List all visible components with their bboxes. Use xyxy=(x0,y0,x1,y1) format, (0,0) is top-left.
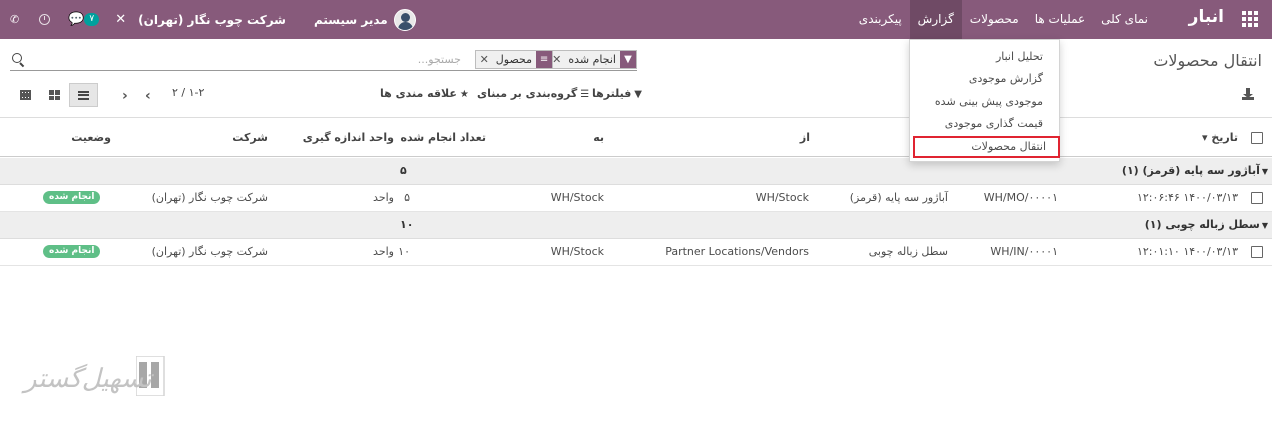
cell-from: Partner Locations/Vendors xyxy=(665,245,809,258)
status-badge: انجام شده xyxy=(43,191,101,204)
list-view-button[interactable] xyxy=(69,83,98,107)
search-bar[interactable]: ▼ انجام شده ✕ ≡ محصول ✕ جستجو... xyxy=(10,49,637,71)
watermark-logo: تسهیل‌گستر xyxy=(24,354,169,402)
cell-from: WH/Stock xyxy=(755,191,809,204)
pager-next-icon[interactable]: ‹ xyxy=(145,88,151,104)
kanban-view-button[interactable] xyxy=(40,83,69,107)
main-menu: نمای کلی عملیات ها محصولات گزارش پیکربند… xyxy=(851,0,1156,39)
company-switcher[interactable]: شرکت چوب نگار (تهران) xyxy=(138,13,286,27)
unread-count-badge: ۷ xyxy=(84,13,100,26)
group-by-icon: ≡ xyxy=(536,51,552,68)
cell-reference: WH/MO/۰۰۰۰۱ xyxy=(983,191,1058,204)
filters-button[interactable]: ▼فیلترها xyxy=(592,87,642,100)
top-navbar: انبار نمای کلی عملیات ها محصولات گزارش پ… xyxy=(0,0,1272,39)
pager-previous-icon[interactable]: › xyxy=(122,88,128,104)
cell-date: ۱۴۰۰/۰۳/۱۳ ۱۲:۰۱:۱۰ xyxy=(1136,245,1238,258)
cell-company: شرکت چوب نگار (تهران) xyxy=(151,191,268,204)
group-row[interactable]: ▼سطل زباله چوبی (۱) ۱۰ xyxy=(0,212,1272,239)
dropdown-item-forecasted-stock[interactable]: موجودی پیش بینی شده xyxy=(910,91,1059,113)
select-all-checkbox[interactable] xyxy=(1251,132,1263,144)
table-row[interactable]: ۱۴۰۰/۰۳/۱۳ ۱۲:۰۶:۴۶ WH/MO/۰۰۰۰۱ آباژور س… xyxy=(0,185,1272,212)
row-checkbox[interactable] xyxy=(1251,192,1263,204)
apps-menu-icon[interactable] xyxy=(1242,11,1258,27)
menu-products[interactable]: محصولات xyxy=(962,0,1027,39)
dropdown-item-stock-analysis[interactable]: تحلیل انبار xyxy=(910,46,1059,68)
column-from[interactable]: از xyxy=(800,131,810,144)
status-badge: انجام شده xyxy=(43,245,101,258)
cell-product: آباژور سه پایه (قرمز) xyxy=(849,191,948,204)
caret-down-icon: ▼ xyxy=(1261,221,1268,230)
cell-company: شرکت چوب نگار (تهران) xyxy=(151,245,268,258)
groupby-button[interactable]: ☰گروه‌بندی بر مبنای xyxy=(477,87,589,100)
remove-facet-icon[interactable]: ✕ xyxy=(476,53,492,66)
reporting-dropdown: تحلیل انبار گزارش موجودی موجودی پیش بینی… xyxy=(909,39,1060,162)
download-icon[interactable] xyxy=(1242,88,1254,100)
facet-done-filter[interactable]: ▼ انجام شده ✕ xyxy=(547,50,637,69)
cell-uom: واحد xyxy=(373,191,394,204)
pager-value[interactable]: ۱-۲ / ۲ xyxy=(172,86,204,99)
bars-icon: ☰ xyxy=(580,89,590,100)
search-input[interactable]: جستجو... xyxy=(418,53,461,66)
page-title: انتقال محصولات xyxy=(1153,51,1262,70)
chat-icon: 💬 xyxy=(68,12,85,27)
dropdown-item-product-moves[interactable]: انتقال محصولات xyxy=(913,136,1060,158)
user-menu[interactable]: مدیر سیستم xyxy=(314,13,388,27)
menu-reporting[interactable]: گزارش xyxy=(909,0,962,39)
watermark-text: تسهیل‌گستر xyxy=(24,364,152,394)
cell-uom: واحد xyxy=(373,245,394,258)
cell-to: WH/Stock xyxy=(550,191,604,204)
cell-reference: WH/IN/۰۰۰۰۱ xyxy=(990,245,1058,258)
facet-product-groupby[interactable]: ≡ محصول ✕ xyxy=(474,50,553,69)
menu-overview[interactable]: نمای کلی xyxy=(1093,0,1156,39)
list-icon xyxy=(78,90,89,100)
search-icon[interactable] xyxy=(12,53,22,63)
cell-qty-done: ۵ xyxy=(404,191,410,204)
menu-configuration[interactable]: پیکربندی xyxy=(851,0,910,39)
cell-date: ۱۴۰۰/۰۳/۱۳ ۱۲:۰۶:۴۶ xyxy=(1136,191,1238,204)
systray: مدیر سیستم شرکت چوب نگار (تهران) ✕ 💬 ۷ ✆ xyxy=(10,0,416,39)
table-icon xyxy=(20,90,31,100)
column-company[interactable]: شرکت xyxy=(232,131,268,144)
column-status[interactable]: وضعیت xyxy=(71,131,111,144)
menu-operations[interactable]: عملیات ها xyxy=(1027,0,1093,39)
group-row[interactable]: ▼آباژور سه پایه (قرمز) (۱) ۵ xyxy=(0,158,1272,185)
user-avatar[interactable] xyxy=(393,8,416,31)
cell-to: WH/Stock xyxy=(550,245,604,258)
caret-down-icon: ▼ xyxy=(1261,167,1268,176)
tools-close-icon[interactable]: ✕ xyxy=(115,12,126,27)
filter-icon: ▼ xyxy=(634,89,642,100)
dropdown-item-stock-report[interactable]: گزارش موجودی xyxy=(910,68,1059,90)
app-brand[interactable]: انبار xyxy=(1189,7,1224,27)
column-qty-done[interactable]: تعداد انجام شده xyxy=(401,131,486,144)
dropdown-item-stock-valuation[interactable]: قیمت گذاری موجودی xyxy=(910,113,1059,135)
table-header: تاریخ ▾ از به تعداد انجام شده واحد انداز… xyxy=(0,117,1272,157)
cell-product: سطل زباله چوبی xyxy=(868,245,948,258)
activity-clock-icon[interactable] xyxy=(39,14,51,25)
filter-icon: ▼ xyxy=(620,51,636,68)
phone-icon[interactable]: ✆ xyxy=(10,13,19,26)
row-checkbox[interactable] xyxy=(1251,246,1263,258)
sort-caret-icon: ▾ xyxy=(1201,131,1208,144)
favorites-button[interactable]: ★علاقه مندی ها xyxy=(380,87,469,100)
column-uom[interactable]: واحد اندازه گیری xyxy=(303,131,394,144)
column-date[interactable]: تاریخ ▾ xyxy=(1202,131,1238,144)
column-to[interactable]: به xyxy=(593,131,604,144)
table-row[interactable]: ۱۴۰۰/۰۳/۱۳ ۱۲:۰۱:۱۰ WH/IN/۰۰۰۰۱ سطل زبال… xyxy=(0,239,1272,266)
cell-qty-done: ۱۰ xyxy=(398,245,410,258)
kanban-icon xyxy=(49,90,60,100)
pivot-view-button[interactable] xyxy=(11,83,40,107)
messaging-menu[interactable]: 💬 ۷ xyxy=(68,12,101,27)
star-icon: ★ xyxy=(459,89,469,100)
